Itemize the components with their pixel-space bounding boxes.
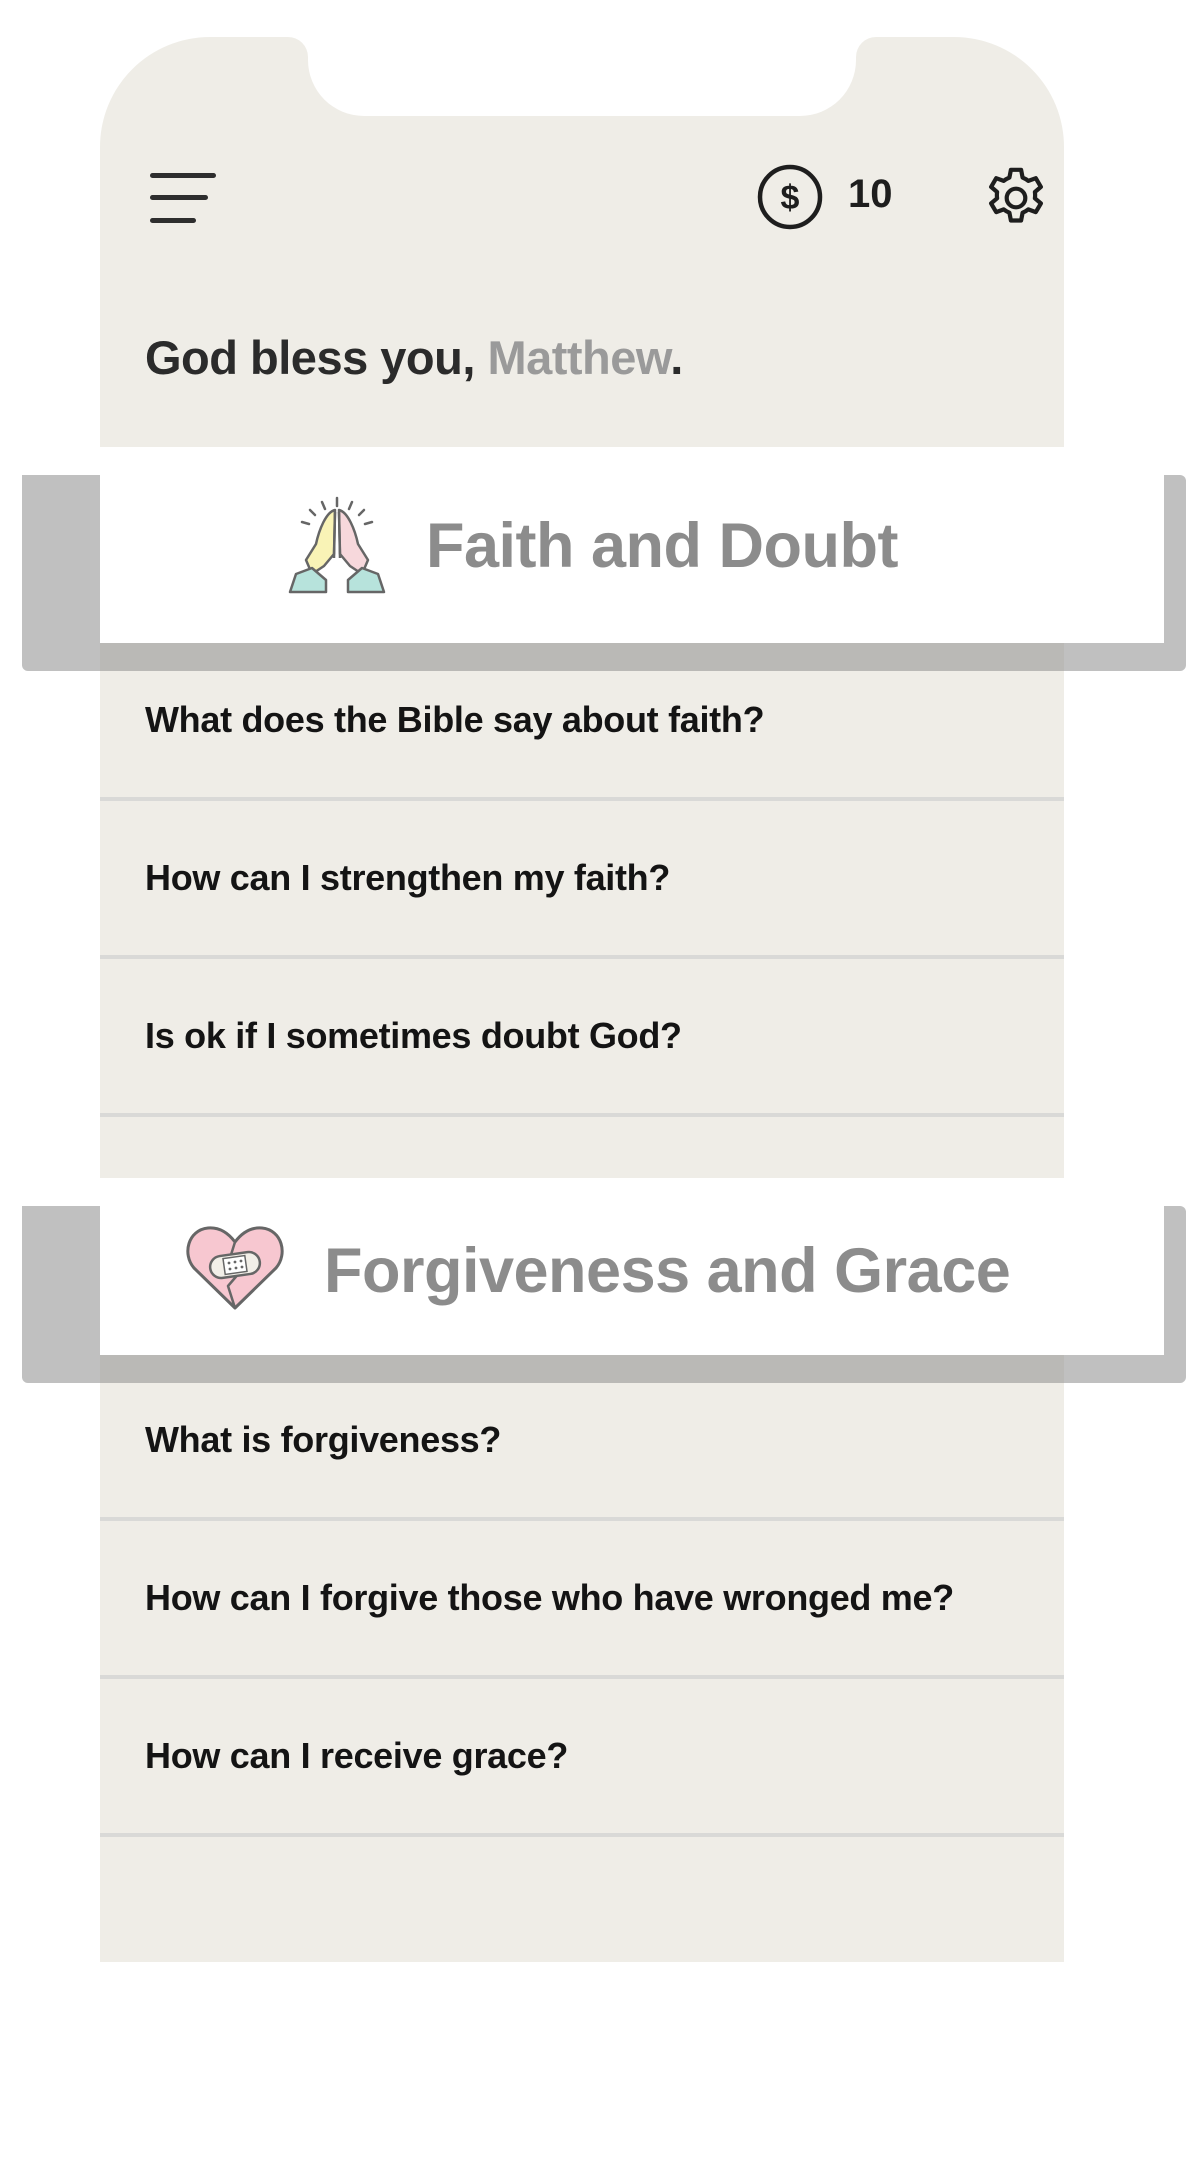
- dollar-coin-icon[interactable]: $: [756, 163, 824, 231]
- bandaged-heart-icon: [184, 1222, 286, 1312]
- greeting-prefix: God bless you,: [145, 331, 488, 384]
- question-text: How can I receive grace?: [145, 1735, 569, 1776]
- hamburger-menu-icon[interactable]: [150, 170, 220, 226]
- greeting: God bless you, Matthew.: [145, 330, 683, 385]
- device-notch: [288, 37, 876, 116]
- section-title: Forgiveness and Grace: [324, 1236, 1011, 1306]
- question-item[interactable]: How can I receive grace?: [100, 1679, 1064, 1837]
- question-item[interactable]: How can I strengthen my faith?: [100, 801, 1064, 959]
- question-text: How can I forgive those who have wronged…: [145, 1577, 954, 1618]
- question-text: How can I strengthen my faith?: [145, 857, 671, 898]
- svg-text:$: $: [781, 179, 800, 217]
- coin-count: 10: [848, 172, 893, 216]
- question-text: Is ok if I sometimes doubt God?: [145, 1015, 682, 1056]
- question-text: What does the Bible say about faith?: [145, 699, 765, 740]
- gear-icon[interactable]: [980, 162, 1052, 234]
- question-text: What is forgiveness?: [145, 1419, 502, 1460]
- torn-edge: [100, 1900, 1064, 1957]
- praying-hands-icon: [286, 494, 388, 596]
- greeting-suffix: .: [670, 331, 683, 384]
- section-title: Faith and Doubt: [426, 511, 898, 581]
- question-item[interactable]: Is ok if I sometimes doubt God?: [100, 959, 1064, 1117]
- user-name: Matthew: [487, 331, 671, 384]
- question-item[interactable]: What is forgiveness?: [100, 1363, 1064, 1521]
- question-item[interactable]: How can I forgive those who have wronged…: [100, 1521, 1064, 1679]
- question-item[interactable]: What does the Bible say about faith?: [100, 643, 1064, 801]
